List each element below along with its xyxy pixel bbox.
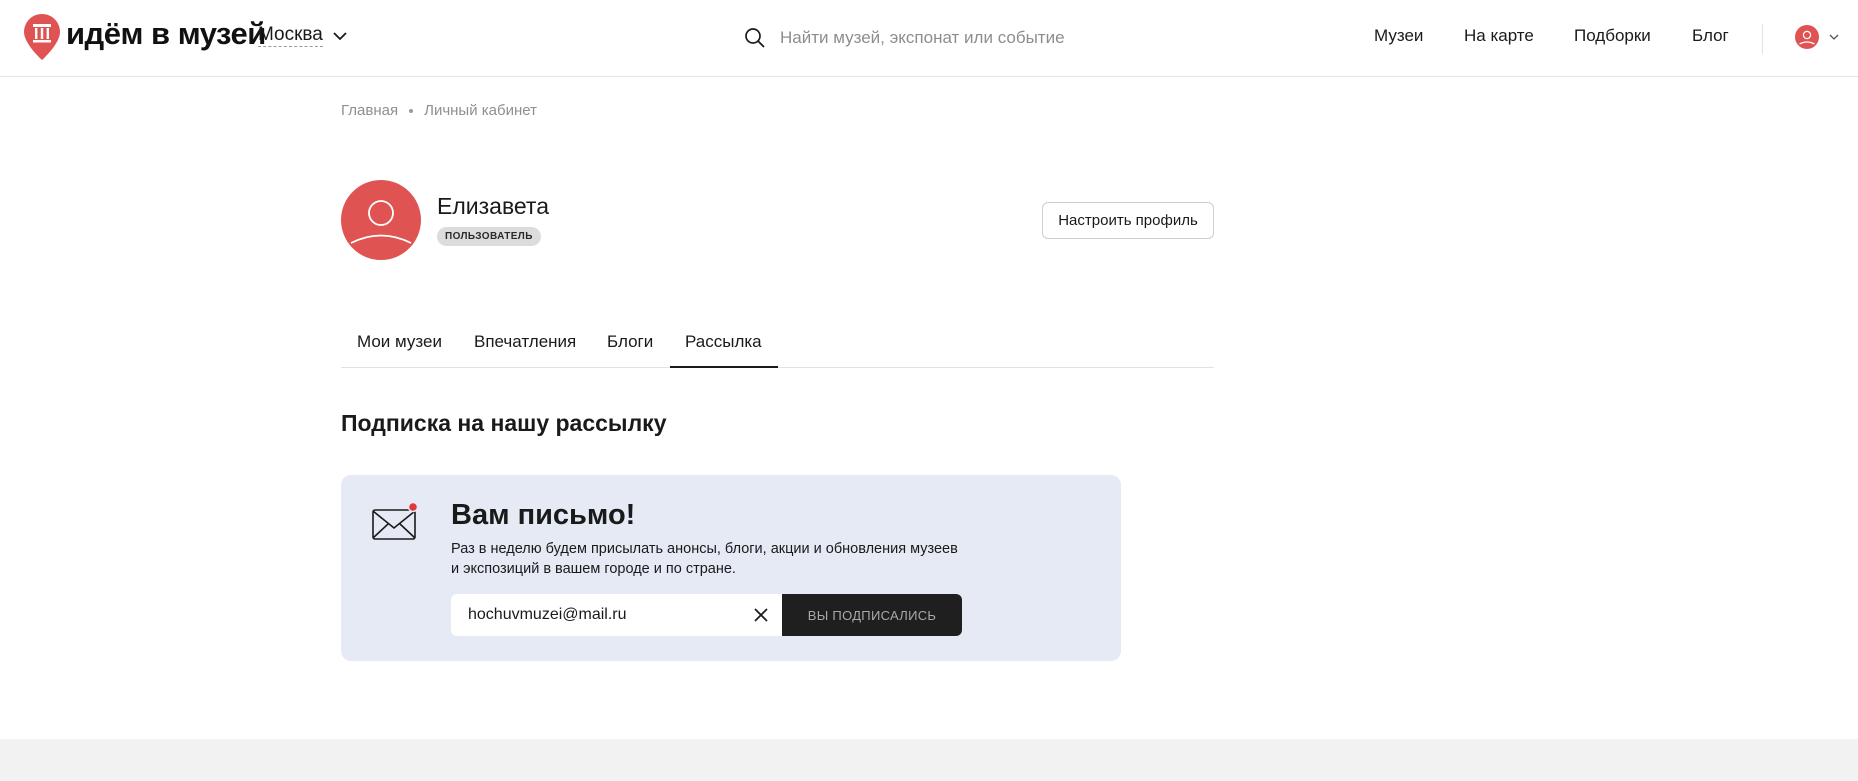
envelope-icon (372, 501, 419, 540)
profile-name: Елизавета (437, 193, 550, 219)
logo[interactable]: идём в музей (23, 13, 266, 61)
user-menu[interactable] (1795, 25, 1839, 49)
breadcrumb: Главная Личный кабинет (341, 102, 537, 119)
nav-collections[interactable]: Подборки (1574, 26, 1651, 46)
email-field-wrapper (451, 594, 782, 636)
breadcrumb-home[interactable]: Главная (341, 102, 398, 119)
subscribed-button[interactable]: ВЫ ПОДПИСАЛИСЬ (782, 594, 962, 636)
profile-tabs: Мои музеи Впечатления Блоги Рассылка (341, 320, 1214, 368)
active-tab-indicator (670, 366, 778, 368)
tab-impressions[interactable]: Впечатления (474, 332, 576, 352)
close-icon[interactable] (754, 608, 768, 622)
newsletter-description: Раз в неделю будем присылать анонсы, бло… (451, 539, 991, 579)
avatar (341, 180, 421, 260)
breadcrumb-current: Личный кабинет (424, 102, 537, 119)
description-line-1: Раз в неделю будем присылать анонсы, бло… (451, 541, 958, 557)
logo-text: идём в музей (66, 16, 266, 51)
nav-museums[interactable]: Музеи (1374, 26, 1423, 46)
nav-blog[interactable]: Блог (1692, 26, 1729, 46)
chevron-down-icon (333, 31, 347, 40)
city-label: Москва (258, 24, 323, 47)
section-title: Подписка на нашу рассылку (341, 410, 667, 436)
tab-blogs[interactable]: Блоги (607, 332, 653, 352)
user-avatar-icon (1795, 25, 1819, 49)
search-bar (744, 22, 1104, 54)
site-header: идём в музей Москва Музеи На карте Подбо… (0, 0, 1858, 77)
nav-map[interactable]: На карте (1464, 26, 1534, 46)
role-badge: ПОЛЬЗОВАТЕЛЬ (437, 227, 541, 246)
nav-divider (1762, 24, 1763, 54)
museum-pin-icon (24, 14, 60, 60)
newsletter-title: Вам письмо! (451, 499, 636, 531)
newsletter-card: Вам письмо! Раз в неделю будем присылать… (341, 475, 1121, 661)
breadcrumb-separator (409, 108, 414, 113)
description-line-2: и экспозиций в вашем городе и по стране. (451, 561, 736, 577)
search-input[interactable] (780, 28, 1100, 48)
email-field[interactable] (468, 606, 738, 624)
city-selector[interactable]: Москва (258, 24, 348, 47)
footer (0, 739, 1858, 781)
chevron-down-icon (1829, 34, 1839, 40)
tab-my-museums[interactable]: Мои музеи (357, 332, 442, 352)
profile-settings-button[interactable]: Настроить профиль (1042, 202, 1214, 239)
search-icon[interactable] (744, 27, 766, 49)
tab-newsletter[interactable]: Рассылка (685, 332, 762, 352)
